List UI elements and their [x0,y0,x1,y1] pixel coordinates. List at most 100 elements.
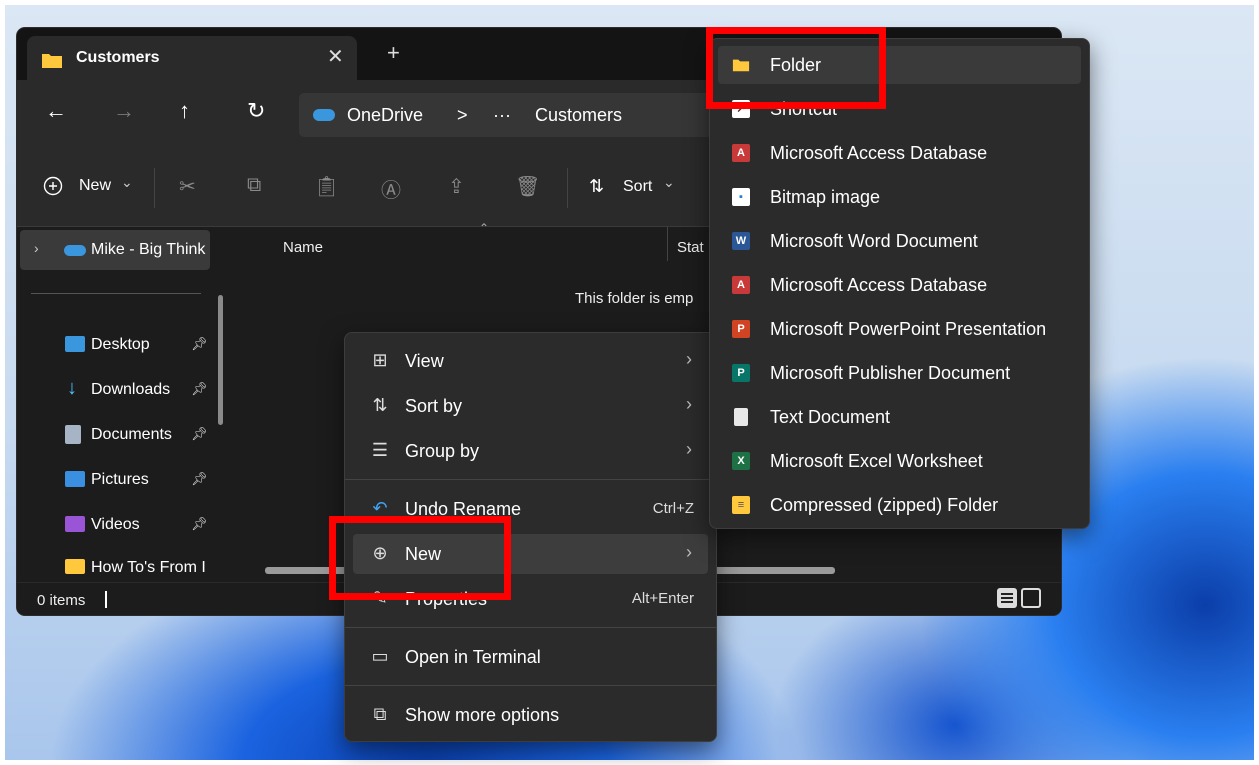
terminal-icon: ▭ [371,646,389,666]
submenu-item-label: Microsoft Access Database [770,275,988,295]
column-divider[interactable] [667,227,668,261]
sort-button[interactable]: ⇅ Sort ⌄ [589,174,679,204]
sidebar-item-label: How To's From I [91,559,206,576]
submenu-item-access-database-2[interactable]: A Microsoft Access Database [718,266,1081,304]
submenu-item-label: Microsoft Excel Worksheet [770,451,983,471]
new-tab-button[interactable]: + [387,40,400,66]
paste-icon[interactable]: 📋︎ [314,174,339,199]
text-cursor [105,591,107,608]
sort-button-label: Sort [623,178,653,195]
menu-item-group-by[interactable]: ☰ Group by › [353,431,708,471]
shortcut-text: Alt+Enter [631,590,694,607]
navigation-pane: › Mike - Big Think Desktop 📌︎ ↓ Download… [17,227,239,582]
menu-divider [345,479,716,480]
access-icon: A [732,276,750,294]
chevron-right-icon[interactable]: › [34,240,39,256]
menu-item-view[interactable]: ⊞ View › [353,341,708,381]
share-icon[interactable]: ⇪ [448,174,465,199]
up-button[interactable]: ↑ [179,98,190,124]
submenu-item-excel[interactable]: X Microsoft Excel Worksheet [718,442,1081,480]
delete-icon[interactable]: 🗑︎ [515,174,540,199]
breadcrumb-customers[interactable]: Customers [535,105,622,126]
vertical-scrollbar[interactable] [218,295,223,425]
address-bar[interactable]: OneDrive > ··· Customers [299,93,719,137]
submenu-item-powerpoint[interactable]: P Microsoft PowerPoint Presentation [718,310,1081,348]
videos-icon [65,516,85,532]
chevron-down-icon: ⌄ [121,174,133,190]
sidebar-item-downloads[interactable]: ↓ Downloads 📌︎ [17,372,217,408]
new-button-label: New [79,177,112,194]
back-button[interactable]: ← [45,98,67,124]
desktop-icon [65,336,85,352]
details-view-icon[interactable] [997,588,1017,608]
submenu-item-text-document[interactable]: Text Document [718,398,1081,436]
onedrive-icon [64,245,86,256]
folder-icon [65,559,85,574]
excel-icon: X [732,452,750,470]
new-submenu: Folder ↗ Shortcut A Microsoft Access Dat… [709,38,1090,529]
forward-button[interactable]: → [113,98,135,124]
chevron-down-icon: ⌄ [663,174,675,190]
menu-item-label: Group by [405,441,480,461]
menu-item-label: View [405,351,444,371]
sidebar-item-label: Documents [91,426,172,443]
submenu-item-access-database[interactable]: A Microsoft Access Database [718,134,1081,172]
rename-icon[interactable]: Ⓐ [381,174,401,203]
menu-item-label: Open in Terminal [405,647,541,667]
tab-close-icon[interactable]: ✕ [327,44,344,69]
plus-circle-icon [43,176,63,196]
pin-icon[interactable]: 📌︎ [191,516,208,532]
column-header-status[interactable]: Stat [677,239,704,256]
empty-folder-message: This folder is emp [575,290,694,307]
sidebar-item-videos[interactable]: Videos 📌︎ [17,507,217,543]
publisher-icon: P [732,364,750,382]
breadcrumb-onedrive[interactable]: OneDrive [347,105,423,126]
breadcrumb-separator: > [457,105,468,125]
highlight-box-new [329,516,511,600]
sidebar-item-label: Pictures [91,471,149,488]
sidebar-item-desktop[interactable]: Desktop 📌︎ [17,327,217,363]
chevron-right-icon: › [686,349,692,369]
sort-icon: ⇅ [589,176,605,196]
submenu-item-label: Compressed (zipped) Folder [770,495,999,515]
cut-icon[interactable]: ✂ [179,174,196,199]
highlight-box-folder [706,27,886,109]
pin-icon[interactable]: 📌︎ [191,426,208,442]
pictures-icon [65,471,85,487]
item-count: 0 items [37,592,86,609]
download-icon: ↓ [67,377,77,399]
chevron-right-icon: › [686,439,692,459]
sidebar-item-how-tos[interactable]: How To's From I [17,552,217,582]
sidebar-item-label: Videos [91,516,140,533]
sidebar-item-documents[interactable]: Documents 📌︎ [17,417,217,453]
tiles-view-icon[interactable] [1021,588,1041,608]
divider [31,293,201,294]
pin-icon[interactable]: 📌︎ [191,471,208,487]
pin-icon[interactable]: 📌︎ [191,381,208,397]
submenu-item-label: Text Document [770,407,891,427]
sidebar-item-onedrive[interactable]: › Mike - Big Think [20,230,210,270]
shortcut-text: Ctrl+Z [652,500,694,517]
menu-item-show-more-options[interactable]: ⧉ Show more options [353,695,708,735]
submenu-item-label: Microsoft Access Database [770,143,988,163]
tab-customers[interactable]: Customers ✕ [27,36,357,80]
submenu-item-label: Microsoft PowerPoint Presentation [770,319,1047,339]
new-button[interactable]: New ⌄ [43,174,153,204]
submenu-item-bitmap-image[interactable]: ▪ Bitmap image [718,178,1081,216]
breadcrumb-overflow[interactable]: ··· [493,105,511,126]
submenu-item-word-document[interactable]: W Microsoft Word Document [718,222,1081,260]
copy-icon[interactable]: ⧉ [247,174,261,197]
more-options-icon: ⧉ [373,704,387,724]
bitmap-icon: ▪ [732,188,750,206]
column-header-name[interactable]: Name [283,239,323,256]
folder-icon [42,54,62,68]
menu-item-sort-by[interactable]: ⇅ Sort by › [353,386,708,426]
chevron-right-icon: › [686,542,692,562]
sidebar-item-pictures[interactable]: Pictures 📌︎ [17,462,217,498]
menu-item-open-in-terminal[interactable]: ▭ Open in Terminal [353,637,708,677]
refresh-button[interactable]: ↻ [247,98,265,124]
pin-icon[interactable]: 📌︎ [191,336,208,352]
sidebar-item-label: Desktop [91,336,150,353]
submenu-item-publisher[interactable]: P Microsoft Publisher Document [718,354,1081,392]
submenu-item-zipped-folder[interactable]: ≡ Compressed (zipped) Folder [718,486,1081,524]
